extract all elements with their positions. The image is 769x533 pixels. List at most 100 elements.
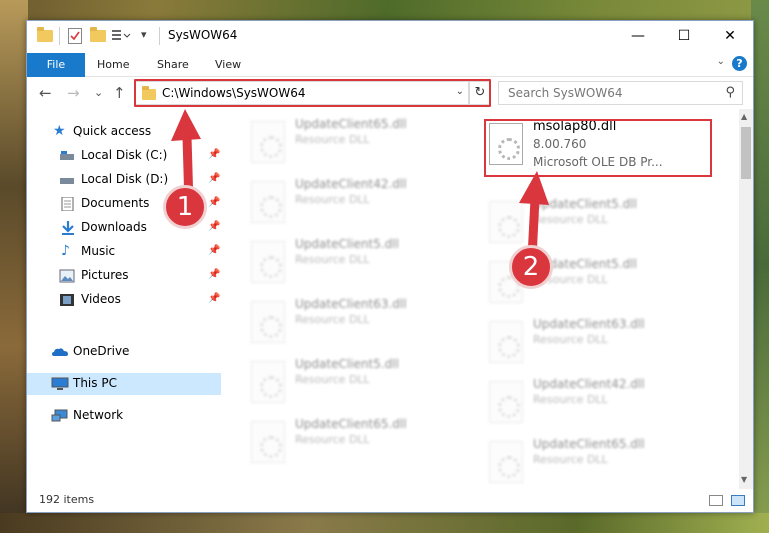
sidebar-item-label: Downloads (81, 220, 147, 234)
file-name: UpdateClient65.dll (533, 437, 645, 451)
sidebar-item-label: This PC (73, 376, 117, 390)
tab-view[interactable]: View (215, 53, 241, 77)
title-separator-2 (159, 27, 160, 45)
sidebar-item-label: OneDrive (73, 344, 130, 358)
sidebar-item-label: Network (73, 408, 124, 422)
file-item[interactable]: UpdateClient5.dll Resource DLL (251, 235, 481, 291)
file-item[interactable]: UpdateClient63.dll Resource DLL (251, 295, 481, 351)
file-item[interactable]: UpdateClient42.dll Resource DLL (489, 375, 719, 431)
file-name: UpdateClient42.dll (295, 177, 407, 191)
minimize-button[interactable]: — (615, 21, 661, 51)
sidebar-item-videos[interactable]: Videos 📌 (27, 289, 221, 311)
file-type: Resource DLL (295, 373, 370, 386)
desktop-background-bottom (0, 513, 769, 533)
pin-icon[interactable]: 📌 (208, 173, 220, 184)
search-icon[interactable]: ⚲ (725, 85, 735, 100)
chevron-down-icon[interactable]: ⌄ (717, 56, 725, 67)
sidebar-item-label: Pictures (81, 268, 129, 282)
dll-file-icon (251, 181, 285, 223)
sidebar-item-label: Videos (81, 292, 121, 306)
sidebar-item-label: Music (81, 244, 116, 258)
tab-home[interactable]: Home (97, 53, 129, 77)
this-pc-icon (51, 377, 69, 391)
tab-share[interactable]: Share (157, 53, 189, 77)
dll-file-icon (489, 321, 523, 363)
downloads-icon (60, 221, 76, 235)
status-bar: 192 items (27, 489, 753, 512)
file-type: Resource DLL (295, 193, 370, 206)
maximize-button[interactable]: ☐ (661, 21, 707, 51)
sidebar-item-label: Local Disk (C:) (81, 148, 168, 162)
dll-file-icon (251, 361, 285, 403)
title-separator (59, 27, 60, 45)
window-title: SysWOW64 (168, 28, 238, 42)
back-button[interactable]: ← (39, 84, 52, 102)
file-type: Resource DLL (295, 133, 370, 146)
documents-icon (60, 196, 76, 212)
pin-icon[interactable]: 📌 (208, 269, 220, 280)
videos-icon (59, 293, 75, 307)
sidebar-item-label: Local Disk (D:) (81, 172, 169, 186)
properties-icon[interactable] (68, 28, 82, 44)
tab-file[interactable]: File (27, 53, 85, 77)
file-name: UpdateClient5.dll (295, 237, 399, 251)
file-name: UpdateClient65.dll (295, 417, 407, 431)
vertical-scrollbar[interactable]: ▲ ▼ (739, 109, 753, 489)
file-type: Resource DLL (533, 393, 608, 406)
pin-icon[interactable]: 📌 (208, 245, 220, 256)
sidebar-item-onedrive[interactable]: OneDrive (27, 341, 221, 363)
file-item[interactable]: UpdateClient65.dll Resource DLL (251, 415, 481, 471)
recent-locations-button[interactable]: ⌄ (94, 86, 103, 99)
file-type: Resource DLL (295, 313, 370, 326)
file-type: Resource DLL (533, 333, 608, 346)
file-name: UpdateClient65.dll (295, 117, 407, 131)
navigation-bar: ← → ⌄ ↑ C:\Windows\SysWOW64 ⌄ ↻ Search S… (27, 78, 753, 109)
dll-file-icon (251, 301, 285, 343)
customize-toolbar-icon[interactable] (111, 28, 131, 44)
file-name: UpdateClient63.dll (533, 317, 645, 331)
ribbon-tabs: File Home Share View ⌄ ? (27, 51, 753, 77)
scroll-down-icon[interactable]: ▼ (741, 475, 747, 484)
sidebar-item-this-pc[interactable]: This PC (27, 373, 221, 395)
file-item[interactable]: UpdateClient65.dll Resource DLL (251, 115, 481, 171)
pin-icon[interactable]: 📌 (208, 149, 220, 160)
network-icon (51, 409, 68, 423)
dll-file-icon (489, 381, 523, 423)
drive-d-icon (59, 173, 75, 187)
pin-icon[interactable]: 📌 (208, 221, 220, 232)
desktop-background-left (0, 0, 28, 533)
file-item[interactable]: UpdateClient63.dll Resource DLL (489, 315, 719, 371)
close-button[interactable]: ✕ (707, 21, 753, 51)
sidebar-item-music[interactable]: ♪ Music 📌 (27, 241, 221, 263)
scrollbar-thumb[interactable] (741, 127, 751, 179)
up-button[interactable]: ↑ (113, 84, 126, 102)
dropdown-icon[interactable]: ▾ (141, 28, 147, 44)
file-item[interactable]: UpdateClient65.dll Resource DLL (489, 435, 719, 491)
address-highlight-box (134, 79, 491, 107)
file-item[interactable]: UpdateClient5.dll Resource DLL (251, 355, 481, 411)
file-item[interactable]: UpdateClient42.dll Resource DLL (251, 175, 481, 231)
file-type: Resource DLL (533, 453, 608, 466)
forward-button[interactable]: → (67, 84, 80, 102)
file-name: UpdateClient42.dll (533, 377, 645, 391)
pin-icon[interactable]: 📌 (208, 293, 220, 304)
scroll-up-icon[interactable]: ▲ (741, 112, 747, 121)
step-1-badge: 1 (163, 185, 207, 229)
star-icon: ★ (53, 123, 66, 139)
pictures-icon (59, 269, 75, 283)
pin-icon[interactable]: 📌 (208, 197, 220, 208)
file-type: Resource DLL (295, 253, 370, 266)
details-view-icon[interactable] (709, 495, 723, 506)
sidebar-item-network[interactable]: Network (27, 405, 221, 427)
dll-file-icon (251, 241, 285, 283)
sidebar-item-label: Quick access (73, 124, 152, 138)
file-name: UpdateClient5.dll (295, 357, 399, 371)
sidebar-item-pictures[interactable]: Pictures 📌 (27, 265, 221, 287)
large-icons-view-icon[interactable] (731, 495, 745, 506)
music-icon: ♪ (61, 243, 70, 259)
search-placeholder: Search SysWOW64 (508, 86, 623, 100)
search-input[interactable]: Search SysWOW64 ⚲ (498, 81, 743, 105)
step-2-badge: 2 (509, 245, 553, 289)
help-icon[interactable]: ? (732, 56, 747, 71)
file-name: UpdateClient63.dll (295, 297, 407, 311)
